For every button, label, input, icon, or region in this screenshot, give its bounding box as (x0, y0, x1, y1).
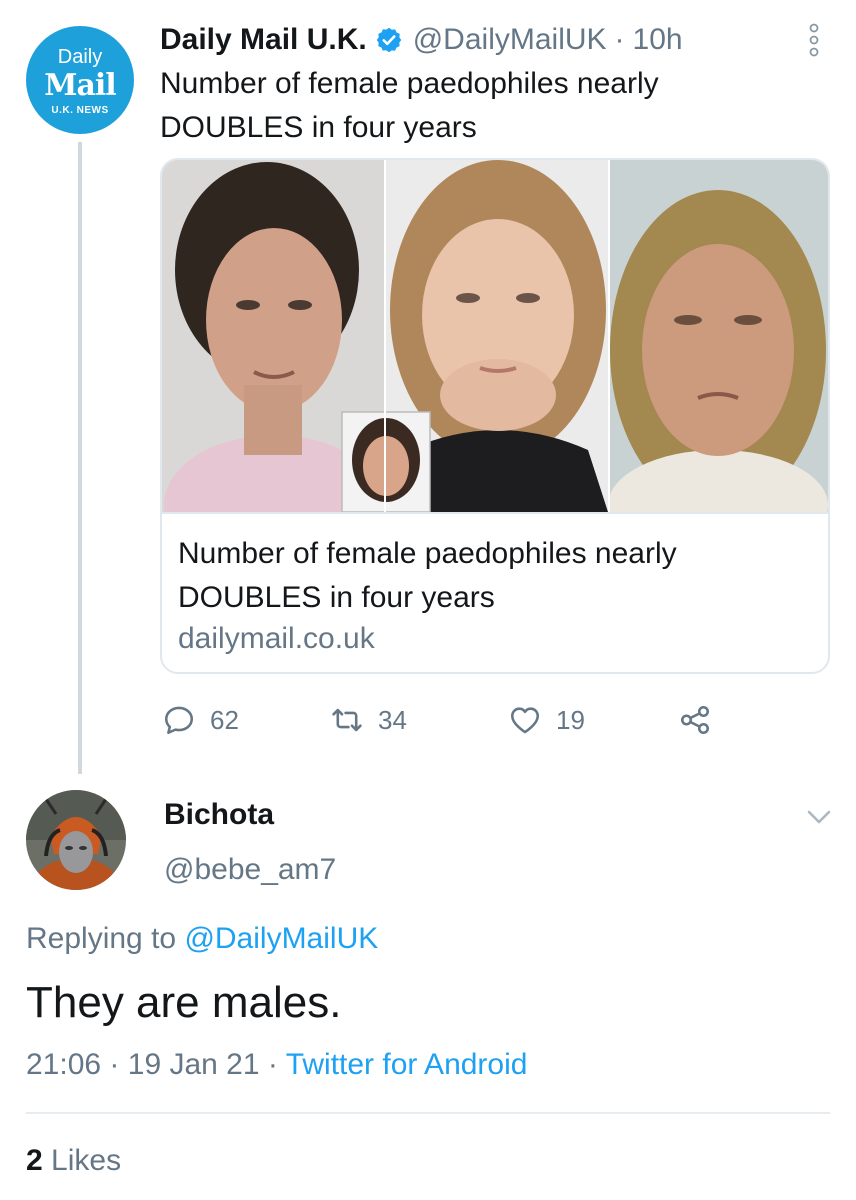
author-display-name[interactable]: Daily Mail U.K. (160, 23, 367, 57)
reply-author-avatar[interactable] (26, 790, 126, 890)
tweet-header: Daily Mail U.K. @DailyMailUK · 10h (160, 20, 683, 60)
retweet-count: 34 (378, 704, 407, 735)
chevron-down-icon[interactable] (804, 804, 834, 830)
time-separator: · (614, 23, 625, 56)
avatar-logo-line2: Mail (44, 68, 116, 103)
tweet-source-link[interactable]: Twitter for Android (286, 1048, 528, 1081)
retweet-button[interactable]: 34 (330, 696, 407, 744)
avatar-logo-line3: U.K. NEWS (51, 105, 109, 116)
likes-summary[interactable]: 2 Likes (26, 1144, 121, 1178)
replying-to-prefix: Replying to (26, 922, 185, 955)
reply-metadata: 21:06 · 19 Jan 21 · Twitter for Android (26, 1048, 527, 1082)
avatar-logo-line1: Daily (57, 46, 103, 68)
more-vertical-icon[interactable] (804, 20, 824, 60)
tweet-text: Number of female paedophiles nearly DOUB… (160, 67, 659, 144)
card-domain: dailymail.co.uk (178, 622, 375, 655)
reply-author-display-name[interactable]: Bichota (164, 798, 274, 832)
link-preview-card[interactable]: Number of female paedophiles nearly DOUB… (160, 158, 830, 674)
reply-tweet-text: They are males. (26, 978, 342, 1027)
like-button[interactable]: 19 (508, 696, 585, 744)
share-icon (680, 705, 710, 735)
retweet-icon (332, 708, 362, 732)
reply-icon (164, 706, 194, 735)
card-image (162, 160, 828, 514)
like-count: 19 (556, 704, 585, 735)
author-handle[interactable]: @DailyMailUK (413, 23, 607, 57)
share-button[interactable] (678, 696, 712, 744)
tweet-time[interactable]: 10h (633, 23, 683, 57)
reply-button[interactable]: 62 (162, 696, 239, 744)
heart-icon (510, 707, 540, 734)
replying-to-line: Replying to @DailyMailUK (26, 922, 378, 956)
daily-mail-avatar[interactable]: Daily Mail U.K. NEWS (26, 26, 134, 134)
card-title: Number of female paedophiles nearly DOUB… (178, 537, 677, 614)
divider (26, 1112, 830, 1114)
reply-count: 62 (210, 704, 239, 735)
replying-to-handle-link[interactable]: @DailyMailUK (184, 922, 378, 955)
meta-separator: · (267, 1048, 278, 1081)
verified-badge-icon (376, 27, 401, 53)
reply-date[interactable]: 19 Jan 21 (128, 1048, 260, 1081)
likes-label: Likes (51, 1144, 122, 1177)
meta-separator: · (109, 1048, 120, 1081)
likes-count: 2 (26, 1144, 43, 1177)
reply-author-handle[interactable]: @bebe_am7 (164, 853, 336, 887)
thread-connector-line (78, 142, 82, 774)
reply-time[interactable]: 21:06 (26, 1048, 101, 1081)
